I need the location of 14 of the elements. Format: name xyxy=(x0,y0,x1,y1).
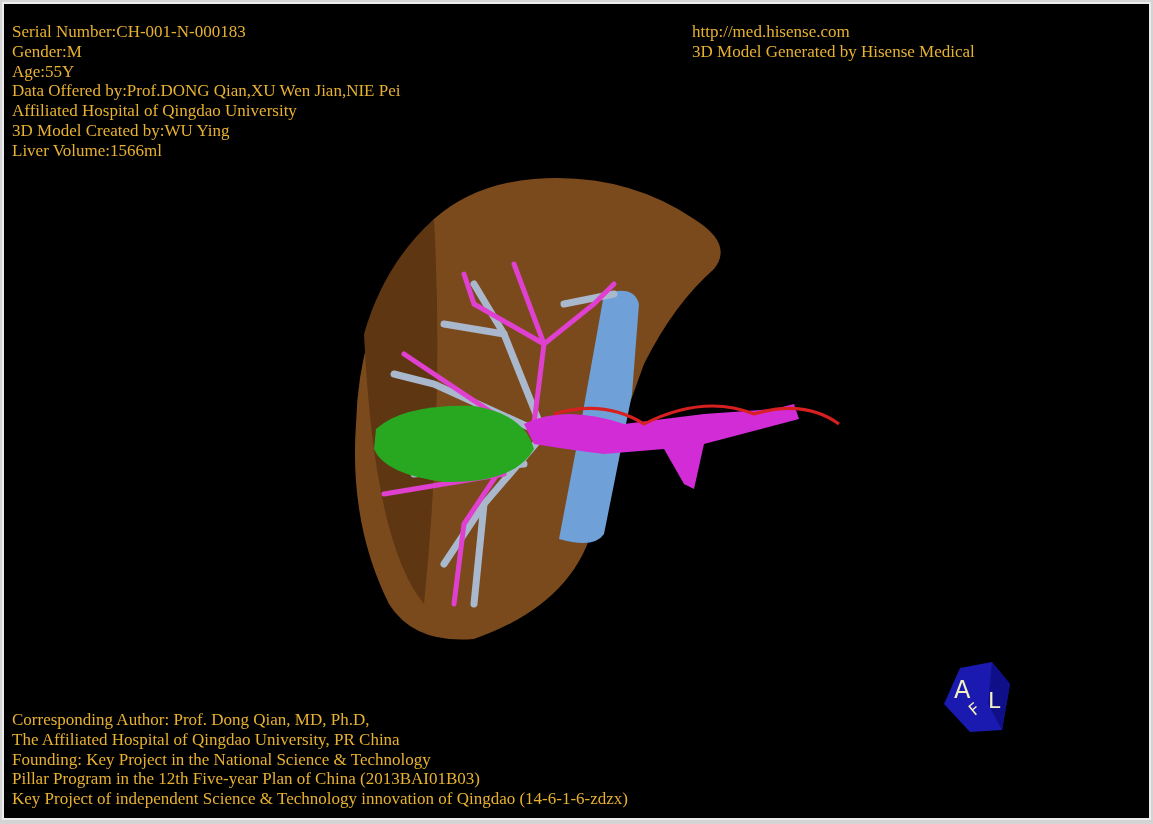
info-text: Key Project of independent Science & Technology innovation of Qingdao (14-6-1-6-zdzx) xyxy=(12,789,628,809)
info-text: Age:55Y xyxy=(12,61,76,82)
info-text: Founding: Key Project in the National Science & Technology xyxy=(12,749,432,770)
info-text: Pillar Program in the 12th Five-year Plan of China (2013BAI01B03) xyxy=(12,769,481,790)
info-text: 3D Model Created by:WU Ying xyxy=(12,121,231,141)
info-text: Corresponding Author: Prof. Dong Qian, MD, Ph.D, xyxy=(12,710,371,730)
info-text: 3D Model Generated by Hisense Medical xyxy=(692,41,975,62)
info-text: Liver Volume:1566ml xyxy=(12,140,163,161)
info-text: The Affiliated Hospital of Qingdao University, PR China xyxy=(12,729,401,750)
info-text: Gender:M xyxy=(12,41,83,62)
info-text: Affiliated Hospital of Qingdao University xyxy=(12,101,298,121)
info-text: Data Offered by:Prof.DONG Qian,XU Wen Jian,NIE Pei xyxy=(12,81,401,102)
info-text: http://med.hisense.com xyxy=(692,22,851,42)
info-text: Serial Number:CH-001-N-000183 xyxy=(12,22,247,42)
